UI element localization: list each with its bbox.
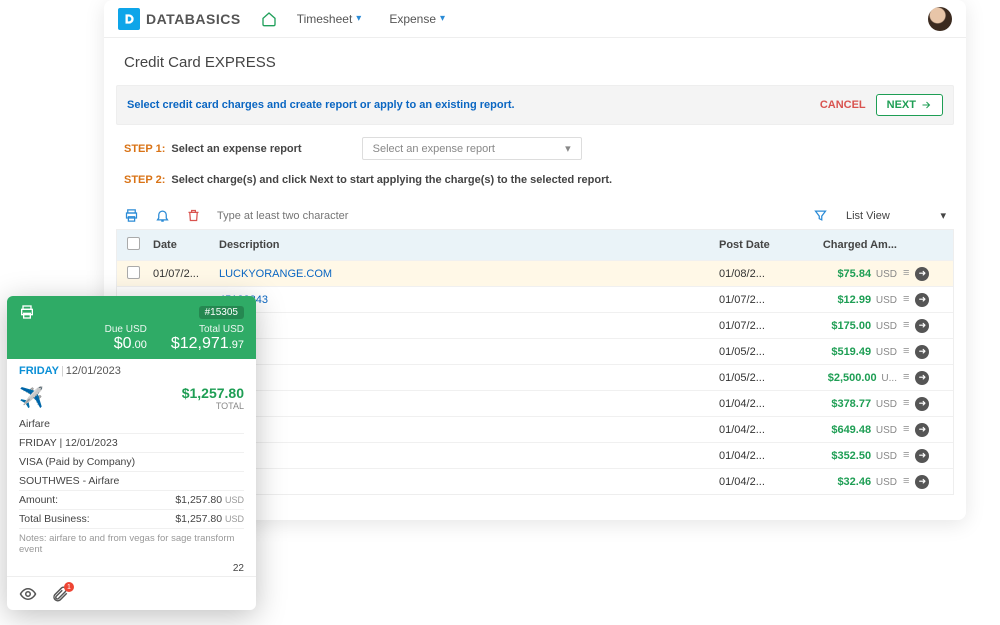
row-menu-icon[interactable]: ≡ [903,475,909,487]
toolbar: List View▾ [104,204,966,229]
row-arrow-icon[interactable]: ➜ [915,397,929,411]
logo [118,8,140,30]
cancel-button[interactable]: CANCEL [820,99,866,111]
row-checkbox[interactable] [127,266,140,279]
category-label: Airfare [19,418,50,430]
popup-date: FRIDAY|12/01/2023 [7,359,256,383]
attachment-badge: 1 [64,582,74,592]
payment-method: VISA (Paid by Company) [19,456,135,468]
step-2: STEP 2: Select charge(s) and click Next … [124,174,946,186]
row-arrow-icon[interactable]: ➜ [915,319,929,333]
row-arrow-icon[interactable]: ➜ [915,371,929,385]
page-title: Credit Card EXPRESS [104,38,966,85]
steps: STEP 1: Select an expense report Select … [104,125,966,204]
row-menu-icon[interactable]: ≡ [903,319,909,331]
total-amount: Total USD $12,971.97 [171,324,244,353]
nav-expense[interactable]: Expense▾ [389,12,445,26]
row-menu-icon[interactable]: ≡ [903,371,909,383]
popup-header: #15305 Due USD $0.00 Total USD $12,971.9… [7,296,256,359]
popup-actions: 1 [7,576,256,610]
row-menu-icon[interactable]: ≡ [903,423,909,435]
due-amount: Due USD $0.00 [105,324,147,353]
chevron-down-icon: ▾ [565,142,571,155]
print-icon[interactable] [19,304,35,320]
topbar: DATABASICS Timesheet▾ Expense▾ [104,0,966,38]
info-banner: Select credit card charges and create re… [116,85,954,125]
home-icon[interactable] [261,11,277,27]
view-icon[interactable] [19,585,37,603]
chevron-down-icon: ▾ [356,13,361,24]
trash-icon[interactable] [186,208,201,223]
notes: Notes: airfare to and from vegas for sag… [19,528,244,559]
bell-icon[interactable] [155,208,170,223]
step-1: STEP 1: Select an expense report Select … [124,137,946,160]
table-row[interactable]: 01/07/2...LUCKYORANGE.COM01/08/2...$75.8… [117,260,953,286]
next-button[interactable]: NEXT [876,94,943,116]
attachment-icon[interactable]: 1 [51,585,69,603]
row-arrow-icon[interactable]: ➜ [915,475,929,489]
vendor: SOUTHWES - Airfare [19,475,119,487]
row-menu-icon[interactable]: ≡ [903,293,909,305]
expense-report-select[interactable]: Select an expense report ▾ [362,137,582,160]
row-arrow-icon[interactable]: ➜ [915,449,929,463]
chevron-down-icon: ▾ [940,209,946,222]
filter-icon[interactable] [813,208,828,223]
row-arrow-icon[interactable]: ➜ [915,293,929,307]
brand-name: DATABASICS [146,11,241,27]
row-menu-icon[interactable]: ≡ [903,449,909,461]
chevron-down-icon: ▾ [440,13,445,24]
banner-message: Select credit card charges and create re… [127,99,515,111]
row-menu-icon[interactable]: ≡ [903,267,909,279]
search-input[interactable] [217,210,397,222]
item-count: 22 [7,559,256,576]
select-all-checkbox[interactable] [127,237,140,250]
view-select[interactable]: List View▾ [846,209,946,222]
description-link[interactable]: LUCKYORANGE.COM [219,268,332,280]
row-arrow-icon[interactable]: ➜ [915,423,929,437]
table-header: Date Description Post Date Charged Am... [117,230,953,260]
row-menu-icon[interactable]: ≡ [903,345,909,357]
row-arrow-icon[interactable]: ➜ [915,267,929,281]
line-total: ✈️ $1,257.80 TOTAL [7,383,256,415]
avatar[interactable] [928,7,952,31]
nav-timesheet[interactable]: Timesheet▾ [297,12,362,26]
report-badge: #15305 [199,306,244,319]
print-icon[interactable] [124,208,139,223]
airplane-icon: ✈️ [19,385,44,410]
row-menu-icon[interactable]: ≡ [903,397,909,409]
expense-detail-popup: #15305 Due USD $0.00 Total USD $12,971.9… [7,296,256,610]
row-arrow-icon[interactable]: ➜ [915,345,929,359]
